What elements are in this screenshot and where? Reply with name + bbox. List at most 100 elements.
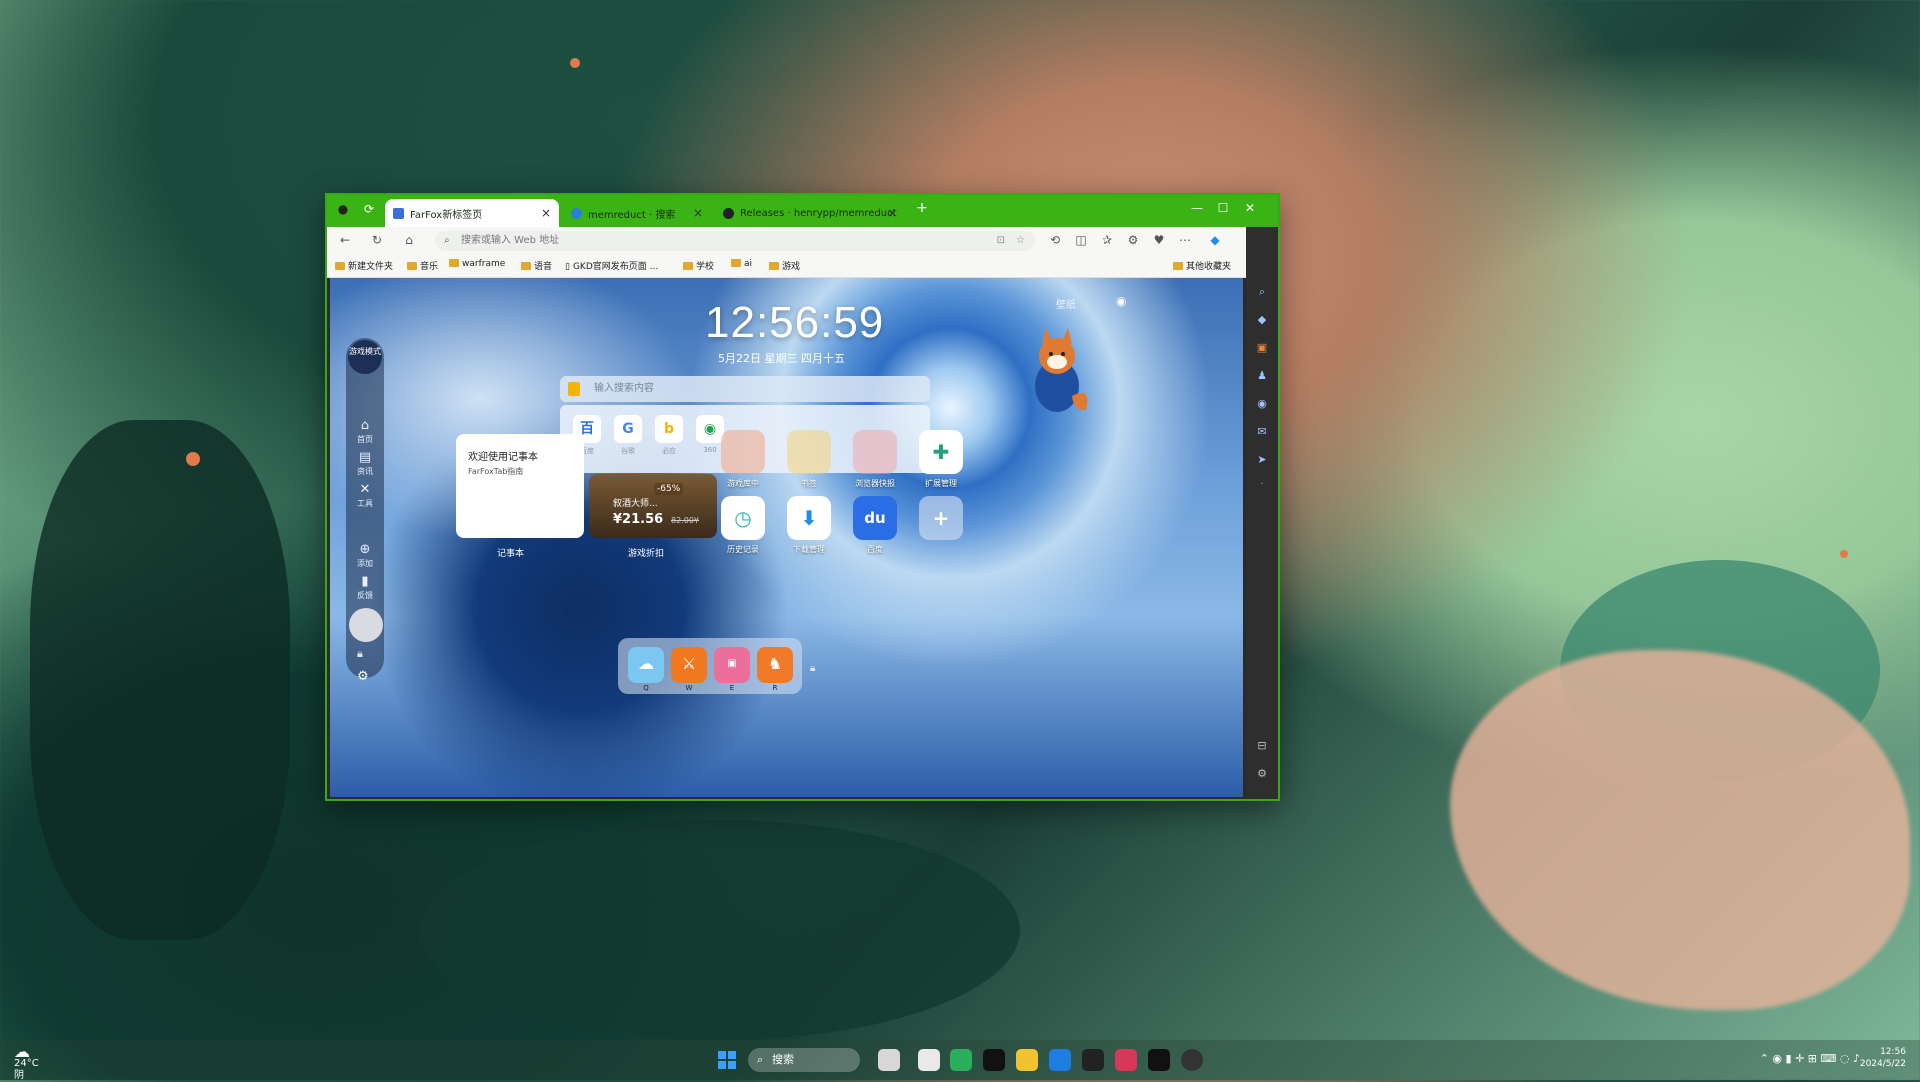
game-deal-widget[interactable]: 叙酒大师... ¥21.56 82.00¥ — [589, 474, 717, 538]
bookmark-folder[interactable]: 音乐 — [407, 259, 438, 272]
bookmark-folder[interactable]: warframe — [449, 259, 505, 269]
bookmark-link[interactable]: ▯ GKD官网发布页面 ... — [565, 259, 658, 272]
search-input[interactable]: 输入搜索内容 — [560, 376, 930, 402]
layout-icon[interactable]: ⊟ — [1254, 739, 1270, 755]
add-app-button[interactable]: + — [919, 496, 963, 540]
sidebar-item-news[interactable]: ▤ 资讯 — [346, 450, 384, 477]
favorite-star-icon[interactable]: ☆ — [1016, 231, 1025, 251]
taskbar-app-icon[interactable] — [878, 1049, 900, 1071]
clock-icon: ◷ — [734, 506, 752, 530]
people-icon[interactable]: ♟ — [1254, 369, 1270, 385]
app-extensions[interactable]: ✚ — [919, 430, 963, 474]
qq-icon[interactable] — [983, 1049, 1005, 1071]
close-window-button[interactable]: ✕ — [1239, 201, 1261, 215]
avatar[interactable] — [349, 608, 383, 642]
reload-icon[interactable]: ↻ — [369, 233, 385, 247]
address-bar[interactable]: ⌕ 搜索或输入 Web 地址 ⊡ ☆ — [435, 231, 1035, 251]
lock-icon[interactable]: 🔒︎ — [357, 647, 363, 661]
app-icon[interactable] — [1148, 1049, 1170, 1071]
puzzle-icon: ✚ — [932, 440, 950, 464]
dock-app-q[interactable]: Q ☁ — [628, 647, 664, 692]
bookmark-folder[interactable]: 新建文件夹 — [335, 259, 393, 272]
bookmark-folder[interactable]: 语音 — [521, 259, 552, 272]
maximize-button[interactable]: ☐ — [1212, 201, 1234, 215]
engine-bing[interactable]: b 必应 — [654, 415, 684, 456]
folder-icon — [449, 259, 459, 267]
performance-icon[interactable]: ♥ — [1151, 233, 1167, 247]
taskbar-time: 12:56 — [1880, 1047, 1906, 1057]
dock-lock-icon[interactable]: 🔒︎ — [810, 663, 815, 674]
wechat-icon[interactable] — [950, 1049, 972, 1071]
sidebar-item-home[interactable]: ⌂ 首页 — [346, 418, 384, 445]
sidebar-item-tools[interactable]: ✕ 工具 — [346, 482, 384, 509]
plus-icon: + — [932, 506, 950, 530]
folder-icon — [683, 262, 693, 270]
minimize-button[interactable]: — — [1186, 201, 1208, 215]
sidebar-item-add[interactable]: ⊕ 添加 — [346, 542, 384, 569]
app-news[interactable] — [853, 430, 897, 474]
home-icon[interactable]: ⌂ — [401, 233, 417, 247]
bookmark-folder[interactable]: 学校 — [683, 259, 714, 272]
sidebar-item-feedback[interactable]: ▮ 反馈 — [346, 574, 384, 601]
send-icon[interactable]: ➤ — [1254, 453, 1270, 469]
note-widget[interactable]: 欢迎使用记事本 FarFoxTab指南 — [456, 434, 584, 538]
dock-key: W — [685, 684, 693, 692]
reader-icon[interactable]: ⊡ — [997, 231, 1005, 251]
close-tab-icon[interactable]: × — [693, 206, 703, 220]
so360-icon: ◉ — [696, 415, 724, 443]
bookmark-folder[interactable]: ai — [731, 259, 752, 269]
app-downloads[interactable]: ⬇ — [787, 496, 831, 540]
close-tab-icon[interactable]: × — [887, 206, 897, 220]
file-explorer-icon[interactable] — [1016, 1049, 1038, 1071]
app-baidu[interactable]: du — [853, 496, 897, 540]
folder-icon — [1173, 262, 1183, 270]
settings-icon[interactable]: ⚙ — [1254, 767, 1270, 783]
edge-icon[interactable] — [1049, 1049, 1071, 1071]
app-icon[interactable] — [1115, 1049, 1137, 1071]
search-icon[interactable]: ⌕ — [1254, 285, 1270, 301]
copilot-icon[interactable]: ◆ — [1207, 233, 1223, 247]
taskbar-clock[interactable]: 12:56 2024/5/22 — [1860, 1046, 1906, 1070]
system-tray[interactable]: ⌃ ◉ ▮ ✛ ⊞ ⌨ ◌ ♪ — [1760, 1052, 1860, 1065]
tab-releases[interactable]: Releases · henrypp/memreduct × — [715, 199, 905, 227]
start-button[interactable] — [718, 1051, 736, 1069]
refresh-icon[interactable]: ⟲ — [1047, 233, 1063, 247]
eye-icon[interactable]: ◉ — [1116, 294, 1126, 308]
other-bookmarks[interactable]: 其他收藏夹 — [1173, 259, 1231, 272]
steam-icon[interactable] — [1181, 1049, 1203, 1071]
favorites-icon[interactable]: ✰ — [1099, 233, 1115, 247]
extensions-icon[interactable]: ⚙ — [1125, 233, 1141, 247]
profile-icon[interactable]: ● — [335, 202, 351, 216]
wallpaper-label[interactable]: 壁纸 — [1056, 296, 1076, 311]
bing-icon[interactable] — [568, 382, 580, 396]
back-icon[interactable]: ← — [337, 233, 353, 247]
more-menu-icon[interactable]: ⋯ — [1177, 233, 1193, 247]
outlook-icon[interactable]: ✉ — [1254, 425, 1270, 441]
tab-newtab[interactable]: FarFox新标签页 × — [385, 199, 559, 227]
dock-app-r[interactable]: R ♞ — [757, 647, 793, 692]
dock-app-e[interactable]: E ▣ — [714, 647, 750, 692]
bookmark-folder[interactable]: 游戏 — [769, 259, 800, 272]
new-tab-button[interactable]: + — [911, 200, 933, 216]
search-favicon — [571, 207, 582, 219]
tag-icon[interactable]: ◆ — [1254, 313, 1270, 329]
app-history[interactable]: ◷ — [721, 496, 765, 540]
folder-icon — [335, 262, 345, 270]
dock-app-w[interactable]: W ⚔ — [671, 647, 707, 692]
weather-widget[interactable]: ☁ 24°C 阴 — [14, 1044, 39, 1082]
close-tab-icon[interactable]: × — [541, 206, 551, 220]
terminal-icon[interactable] — [1082, 1049, 1104, 1071]
taskbar-search[interactable]: ⌕ 搜索 — [748, 1048, 860, 1072]
gear-icon[interactable]: ⚙ — [357, 669, 369, 684]
add-icon[interactable]: · — [1254, 477, 1270, 493]
tab-memreduct-search[interactable]: memreduct · 搜索 × — [563, 199, 711, 227]
shopping-icon[interactable]: ▣ — [1254, 341, 1270, 357]
circle-app-icon[interactable]: ◉ — [1254, 397, 1270, 413]
app-game-library[interactable] — [721, 430, 765, 474]
split-screen-icon[interactable]: ◫ — [1073, 233, 1089, 247]
app-bookmarks[interactable] — [787, 430, 831, 474]
game-mode-button[interactable]: 游戏模式 — [348, 340, 382, 374]
workspaces-icon[interactable]: ⟳ — [361, 202, 377, 216]
taskview-icon[interactable] — [918, 1049, 940, 1071]
engine-google[interactable]: G 谷歌 — [613, 415, 643, 456]
